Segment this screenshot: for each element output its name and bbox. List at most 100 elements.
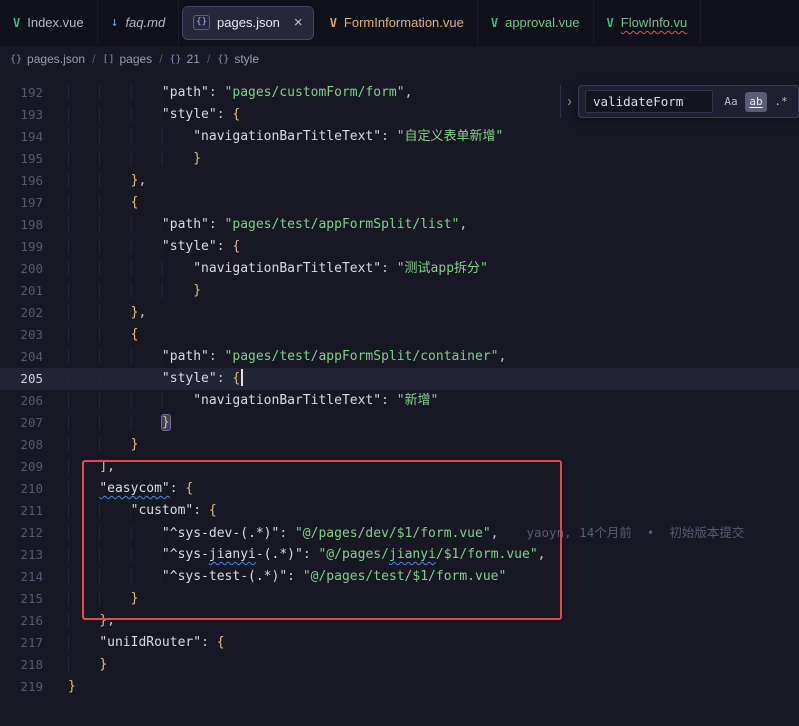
code-editor-window: VIndex.vue↓faq.md{}pages.json×VFormInfor… xyxy=(0,0,799,726)
close-icon[interactable]: × xyxy=(294,14,303,31)
code-line-218[interactable]: 218 } xyxy=(0,654,799,676)
indent-guides xyxy=(68,371,162,386)
code-text: } xyxy=(68,280,799,302)
line-number[interactable]: 218 xyxy=(0,654,68,676)
tab-label: pages.json xyxy=(217,15,280,30)
line-number[interactable]: 215 xyxy=(0,588,68,610)
code-token: "自定义表单新增" xyxy=(397,129,504,144)
code-line-205[interactable]: 205 "style": { xyxy=(0,368,799,390)
line-number[interactable]: 217 xyxy=(0,632,68,654)
line-number[interactable]: 219 xyxy=(0,676,68,698)
code-line-212[interactable]: 212 "^sys-dev-(.*)": "@/pages/dev/$1/for… xyxy=(0,522,799,544)
line-number[interactable]: 200 xyxy=(0,258,68,280)
line-number[interactable]: 197 xyxy=(0,192,68,214)
tab-flowinfo-vu[interactable]: VFlowInfo.vu xyxy=(594,0,702,45)
code-text: } xyxy=(68,588,799,610)
indent-guides xyxy=(68,85,162,100)
code-line-195[interactable]: 195 } xyxy=(0,148,799,170)
find-input[interactable] xyxy=(585,90,713,113)
code-text: } xyxy=(68,434,799,456)
vue-file-icon: V xyxy=(491,16,498,30)
line-number[interactable]: 216 xyxy=(0,610,68,632)
line-number[interactable]: 205 xyxy=(0,368,68,390)
code-token: : xyxy=(217,239,233,254)
indent-guides xyxy=(68,613,99,628)
match-case-toggle[interactable]: Aa xyxy=(720,92,742,112)
code-token: : xyxy=(381,393,397,408)
tab-forminformation-vue[interactable]: VFormInformation.vue xyxy=(317,0,478,45)
indent-guides xyxy=(68,305,131,320)
line-number[interactable]: 204 xyxy=(0,346,68,368)
breadcrumb-label: 21 xyxy=(187,52,200,66)
code-line-215[interactable]: 215 } xyxy=(0,588,799,610)
line-number[interactable]: 201 xyxy=(0,280,68,302)
tab-label: FlowInfo.vu xyxy=(621,15,687,30)
code-token: : xyxy=(381,261,397,276)
code-text: "navigationBarTitleText": "新增" xyxy=(68,390,799,412)
code-line-206[interactable]: 206 "navigationBarTitleText": "新增" xyxy=(0,390,799,412)
code-text: "style": { xyxy=(68,368,799,390)
code-line-216[interactable]: 216 }, xyxy=(0,610,799,632)
code-token: jianyi xyxy=(209,547,256,562)
code-text: } xyxy=(68,412,799,434)
code-line-214[interactable]: 214 "^sys-test-(.*)": "@/pages/test/$1/f… xyxy=(0,566,799,588)
breadcrumb-item-pages[interactable]: []pages xyxy=(102,52,152,66)
regex-toggle[interactable]: .* xyxy=(770,92,792,112)
find-expand-chevron-icon[interactable]: › xyxy=(565,87,574,116)
line-number[interactable]: 198 xyxy=(0,214,68,236)
line-number[interactable]: 206 xyxy=(0,390,68,412)
code-line-208[interactable]: 208 } xyxy=(0,434,799,456)
line-number[interactable]: 203 xyxy=(0,324,68,346)
line-number[interactable]: 194 xyxy=(0,126,68,148)
breadcrumb-item-style[interactable]: {}style xyxy=(217,52,259,66)
code-token: "pages/test/appFormSplit/list" xyxy=(225,217,460,232)
code-token: "^sys-dev-(.*)" xyxy=(162,526,279,541)
tab-pages-json[interactable]: {}pages.json× xyxy=(182,6,314,40)
breadcrumb-item-pages-json[interactable]: {}pages.json xyxy=(10,52,85,66)
code-line-211[interactable]: 211 "custom": { xyxy=(0,500,799,522)
code-token: } xyxy=(193,283,201,298)
indent-guides xyxy=(68,217,162,232)
line-number[interactable]: 199 xyxy=(0,236,68,258)
line-number[interactable]: 207 xyxy=(0,412,68,434)
code-line-210[interactable]: 210 "easycom": { xyxy=(0,478,799,500)
find-toggles: Aaab.* xyxy=(720,92,792,112)
code-line-200[interactable]: 200 "navigationBarTitleText": "测试app拆分" xyxy=(0,258,799,280)
tab-faq-md[interactable]: ↓faq.md xyxy=(98,0,180,45)
line-number[interactable]: 211 xyxy=(0,500,68,522)
whole-word-toggle[interactable]: ab xyxy=(745,92,767,112)
code-line-209[interactable]: 209 ], xyxy=(0,456,799,478)
code-line-198[interactable]: 198 "path": "pages/test/appFormSplit/lis… xyxy=(0,214,799,236)
code-line-199[interactable]: 199 "style": { xyxy=(0,236,799,258)
code-line-196[interactable]: 196 }, xyxy=(0,170,799,192)
code-line-194[interactable]: 194 "navigationBarTitleText": "自定义表单新增" xyxy=(0,126,799,148)
editor[interactable]: 192 "path": "pages/customForm/form",193 … xyxy=(0,72,799,726)
code-line-213[interactable]: 213 "^sys-jianyi-(.*)": "@/pages/jianyi/… xyxy=(0,544,799,566)
code-line-203[interactable]: 203 { xyxy=(0,324,799,346)
line-number[interactable]: 195 xyxy=(0,148,68,170)
line-number[interactable]: 202 xyxy=(0,302,68,324)
line-number[interactable]: 213 xyxy=(0,544,68,566)
code-line-207[interactable]: 207 } xyxy=(0,412,799,434)
symbol-icon: {} xyxy=(217,54,229,65)
code-line-217[interactable]: 217 "uniIdRouter": { xyxy=(0,632,799,654)
line-number[interactable]: 208 xyxy=(0,434,68,456)
code-token: } xyxy=(131,437,139,452)
code-line-201[interactable]: 201 } xyxy=(0,280,799,302)
tab-label: approval.vue xyxy=(505,15,579,30)
code-line-197[interactable]: 197 { xyxy=(0,192,799,214)
line-number[interactable]: 214 xyxy=(0,566,68,588)
line-number[interactable]: 209 xyxy=(0,456,68,478)
line-number[interactable]: 193 xyxy=(0,104,68,126)
code-line-219[interactable]: 219} xyxy=(0,676,799,698)
line-number[interactable]: 212 xyxy=(0,522,68,544)
code-line-204[interactable]: 204 "path": "pages/test/appFormSplit/con… xyxy=(0,346,799,368)
code-line-202[interactable]: 202 }, xyxy=(0,302,799,324)
breadcrumb-item-21[interactable]: {}21 xyxy=(170,52,200,66)
line-number[interactable]: 210 xyxy=(0,478,68,500)
tab-approval-vue[interactable]: Vapproval.vue xyxy=(478,0,594,45)
tab-index-vue[interactable]: VIndex.vue xyxy=(0,0,98,45)
line-number[interactable]: 192 xyxy=(0,82,68,104)
breadcrumb: {}pages.json/[]pages/{}21/{}style xyxy=(0,46,799,72)
line-number[interactable]: 196 xyxy=(0,170,68,192)
